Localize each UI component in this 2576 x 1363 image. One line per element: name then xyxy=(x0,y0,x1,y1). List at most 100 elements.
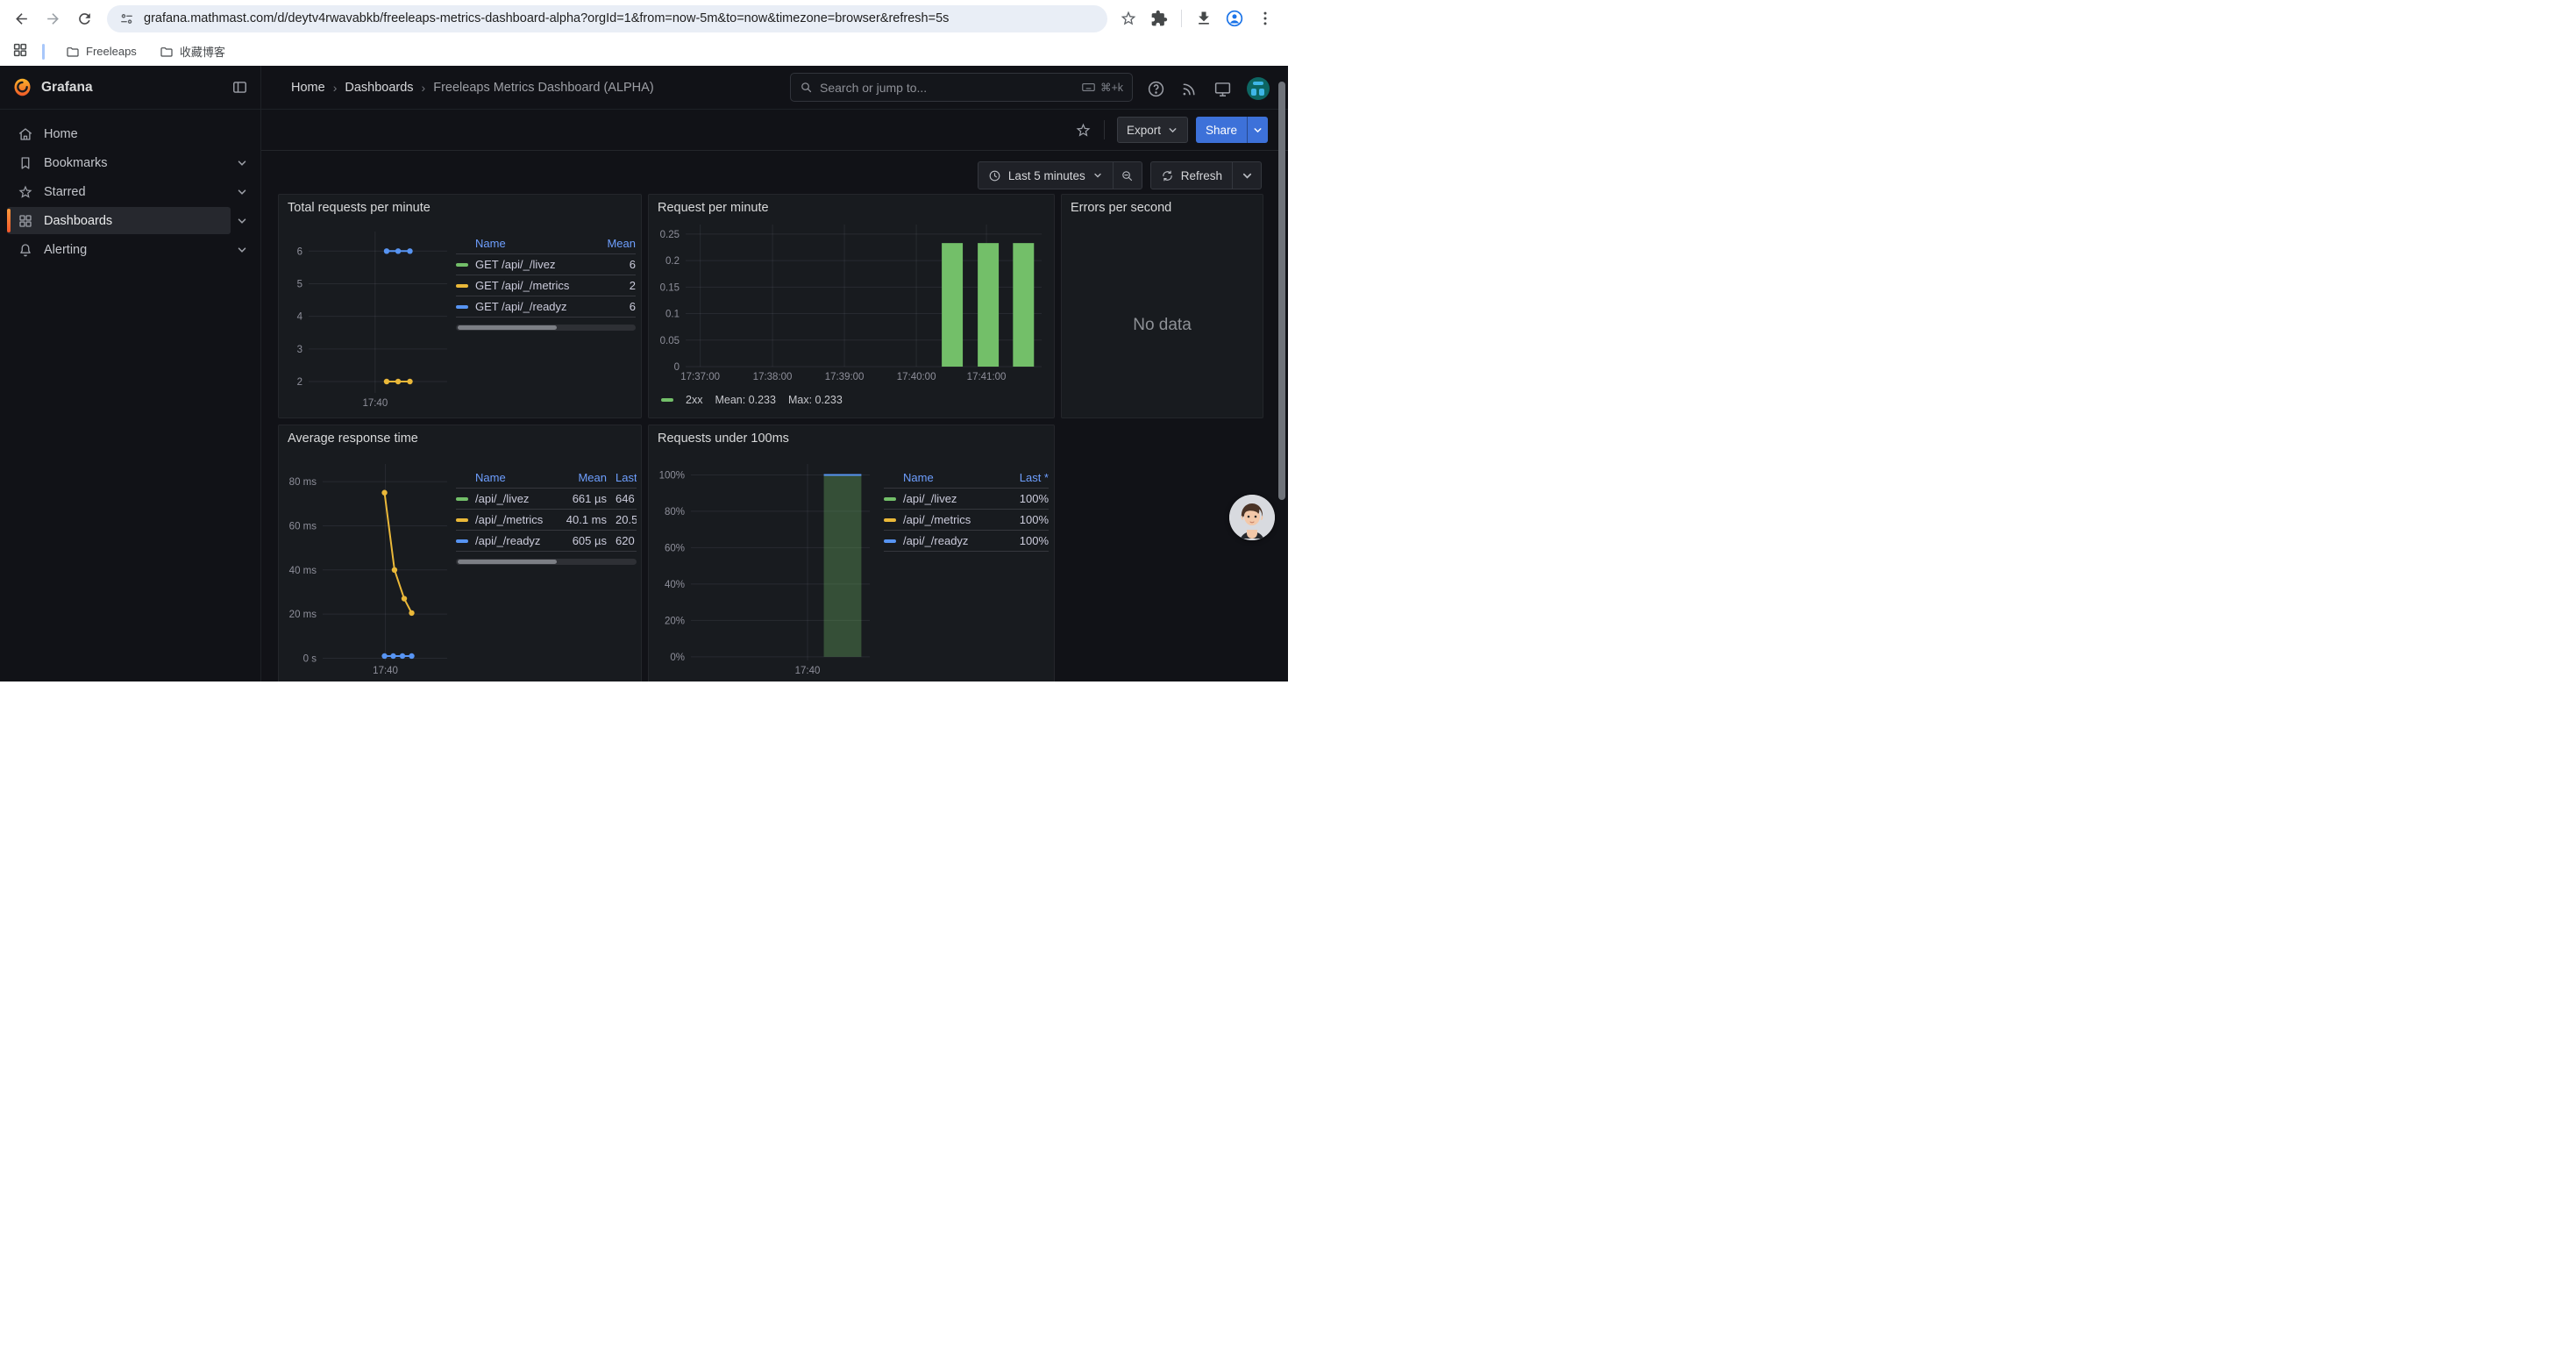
reload-button[interactable] xyxy=(72,6,96,31)
bookmark-icon xyxy=(18,155,33,171)
menu-kebab-icon[interactable] xyxy=(1256,10,1274,27)
chevron-down-icon[interactable] xyxy=(231,157,253,169)
breadcrumb: Home › Dashboards › Freeleaps Metrics Da… xyxy=(261,81,654,95)
floating-assistant-avatar[interactable] xyxy=(1229,495,1275,540)
legend-row[interactable]: /api/_/metrics40.1 ms20.5 ms xyxy=(456,510,637,531)
url-bar[interactable]: grafana.mathmast.com/d/deytv4rwavabkb/fr… xyxy=(107,5,1107,32)
svg-text:3: 3 xyxy=(297,345,302,355)
bookmark-label: 收藏博客 xyxy=(180,43,225,60)
bookmarks-divider xyxy=(42,44,45,60)
toolbar-divider xyxy=(1104,120,1105,139)
sidebar-link-dashboards[interactable]: Dashboards xyxy=(7,207,231,234)
series-pill xyxy=(456,305,468,309)
downloads-icon[interactable] xyxy=(1195,10,1213,27)
help-icon[interactable] xyxy=(1147,80,1165,98)
search-box[interactable]: ⌘+k xyxy=(790,73,1133,102)
keyboard-icon xyxy=(1081,80,1096,95)
zoom-out-button[interactable] xyxy=(1113,162,1142,189)
forward-button[interactable] xyxy=(40,6,65,31)
page-scrollbar-thumb[interactable] xyxy=(1278,82,1285,500)
avg-response-legend: NameMeanLast */api/_/livez661 µs646 µs/a… xyxy=(456,467,637,565)
home-icon xyxy=(18,126,33,142)
zoom-out-icon xyxy=(1121,169,1134,182)
legend-row[interactable]: /api/_/readyz605 µs620 µs xyxy=(456,531,637,552)
share-dropdown-button[interactable] xyxy=(1247,117,1268,143)
legend-row[interactable]: GET /api/_/metrics2 xyxy=(456,275,636,296)
svg-text:0%: 0% xyxy=(670,653,685,663)
request-per-minute-chart: 0.250.20.150.10.05017:37:0017:38:0017:39… xyxy=(656,219,1049,391)
legend-row[interactable]: /api/_/readyz100% xyxy=(884,531,1049,552)
panel-title[interactable]: Errors per second xyxy=(1062,195,1263,221)
legend-row[interactable]: /api/_/livez100% xyxy=(884,489,1049,510)
dock-menu-button[interactable] xyxy=(231,79,248,96)
chevron-down-icon xyxy=(1092,170,1103,181)
series-pill xyxy=(884,539,896,543)
sidebar-link-bookmarks[interactable]: Bookmarks xyxy=(7,149,231,176)
user-avatar[interactable] xyxy=(1247,77,1270,100)
legend-row[interactable]: GET /api/_/livez6 xyxy=(456,254,636,275)
sidebar-item-label: Alerting xyxy=(44,243,87,257)
svg-text:80 ms: 80 ms xyxy=(289,477,317,488)
series-pill xyxy=(661,398,673,402)
time-range-picker[interactable]: Last 5 minutes xyxy=(978,162,1113,189)
panel-title[interactable]: Average response time xyxy=(279,425,641,452)
legend-scrollbar[interactable] xyxy=(456,559,637,565)
chevron-down-icon[interactable] xyxy=(231,244,253,256)
star-outline-icon xyxy=(1075,122,1092,139)
chevron-down-icon[interactable] xyxy=(231,186,253,198)
panel-title[interactable]: Total requests per minute xyxy=(279,195,641,221)
back-button[interactable] xyxy=(9,6,33,31)
request-per-minute-legend: 2xx Mean: 0.233 Max: 0.233 xyxy=(661,394,843,406)
legend-row[interactable]: GET /api/_/readyz6 xyxy=(456,296,636,318)
svg-text:17:39:00: 17:39:00 xyxy=(825,372,865,382)
svg-text:40 ms: 40 ms xyxy=(289,566,317,576)
series-label[interactable]: 2xx xyxy=(686,394,702,406)
legend-scrollbar[interactable] xyxy=(456,325,636,331)
share-button[interactable]: Share xyxy=(1196,117,1247,143)
apps-grid-icon[interactable] xyxy=(12,42,28,61)
breadcrumb-separator: › xyxy=(325,81,345,95)
panel-title[interactable]: Request per minute xyxy=(649,195,1054,221)
refresh-interval-dropdown[interactable] xyxy=(1232,162,1261,189)
bookmark-folder-blogs[interactable]: 收藏博客 xyxy=(153,40,232,62)
svg-text:0.1: 0.1 xyxy=(665,310,680,320)
search-input[interactable] xyxy=(820,81,1081,95)
extensions-icon[interactable] xyxy=(1150,10,1168,27)
star-icon xyxy=(18,184,33,200)
sidebar-item-starred: Starred xyxy=(7,178,253,205)
bell-icon xyxy=(18,242,33,258)
svg-text:17:41:00: 17:41:00 xyxy=(967,372,1007,382)
clock-icon xyxy=(988,169,1001,182)
breadcrumb-home[interactable]: Home xyxy=(291,81,325,95)
news-rss-icon[interactable] xyxy=(1180,80,1199,98)
sidebar-link-starred[interactable]: Starred xyxy=(7,178,231,205)
panel-title[interactable]: Requests under 100ms xyxy=(649,425,1054,452)
reload-icon xyxy=(76,11,93,27)
bookmark-star-icon[interactable] xyxy=(1120,10,1137,27)
under-100ms-chart: 100%80%60%40%20%0%17:40 xyxy=(656,459,877,678)
bookmark-folder-freeleaps[interactable]: Freeleaps xyxy=(59,42,144,61)
sidebar-link-alerting[interactable]: Alerting xyxy=(7,236,231,263)
chevron-down-icon[interactable] xyxy=(231,215,253,227)
sidebar-link-home[interactable]: Home xyxy=(7,120,253,147)
profile-avatar-icon[interactable] xyxy=(1226,10,1243,27)
svg-text:2: 2 xyxy=(297,377,302,388)
svg-text:60%: 60% xyxy=(665,543,685,553)
legend-row[interactable]: /api/_/livez661 µs646 µs xyxy=(456,489,637,510)
legend-header: NameMeanLast * xyxy=(456,467,637,489)
svg-text:80%: 80% xyxy=(665,507,685,517)
total-requests-chart: 6543217:40 xyxy=(286,226,454,414)
favorite-star-button[interactable] xyxy=(1075,122,1092,139)
svg-text:0: 0 xyxy=(674,362,680,373)
main-area: Home › Dashboards › Freeleaps Metrics Da… xyxy=(261,66,1288,682)
breadcrumb-dashboards[interactable]: Dashboards xyxy=(345,81,413,95)
chevron-down-icon xyxy=(1241,169,1254,182)
dashboard-content: Last 5 minutes Refresh xyxy=(261,151,1288,682)
avg-response-chart: 80 ms60 ms40 ms20 ms0 s17:40 xyxy=(286,459,454,678)
legend-header: NameMean xyxy=(456,233,636,254)
export-button[interactable]: Export xyxy=(1117,117,1188,143)
site-settings-icon[interactable] xyxy=(119,11,134,26)
refresh-button[interactable]: Refresh xyxy=(1151,162,1232,189)
kiosk-monitor-icon[interactable] xyxy=(1213,80,1232,98)
legend-row[interactable]: /api/_/metrics100% xyxy=(884,510,1049,531)
